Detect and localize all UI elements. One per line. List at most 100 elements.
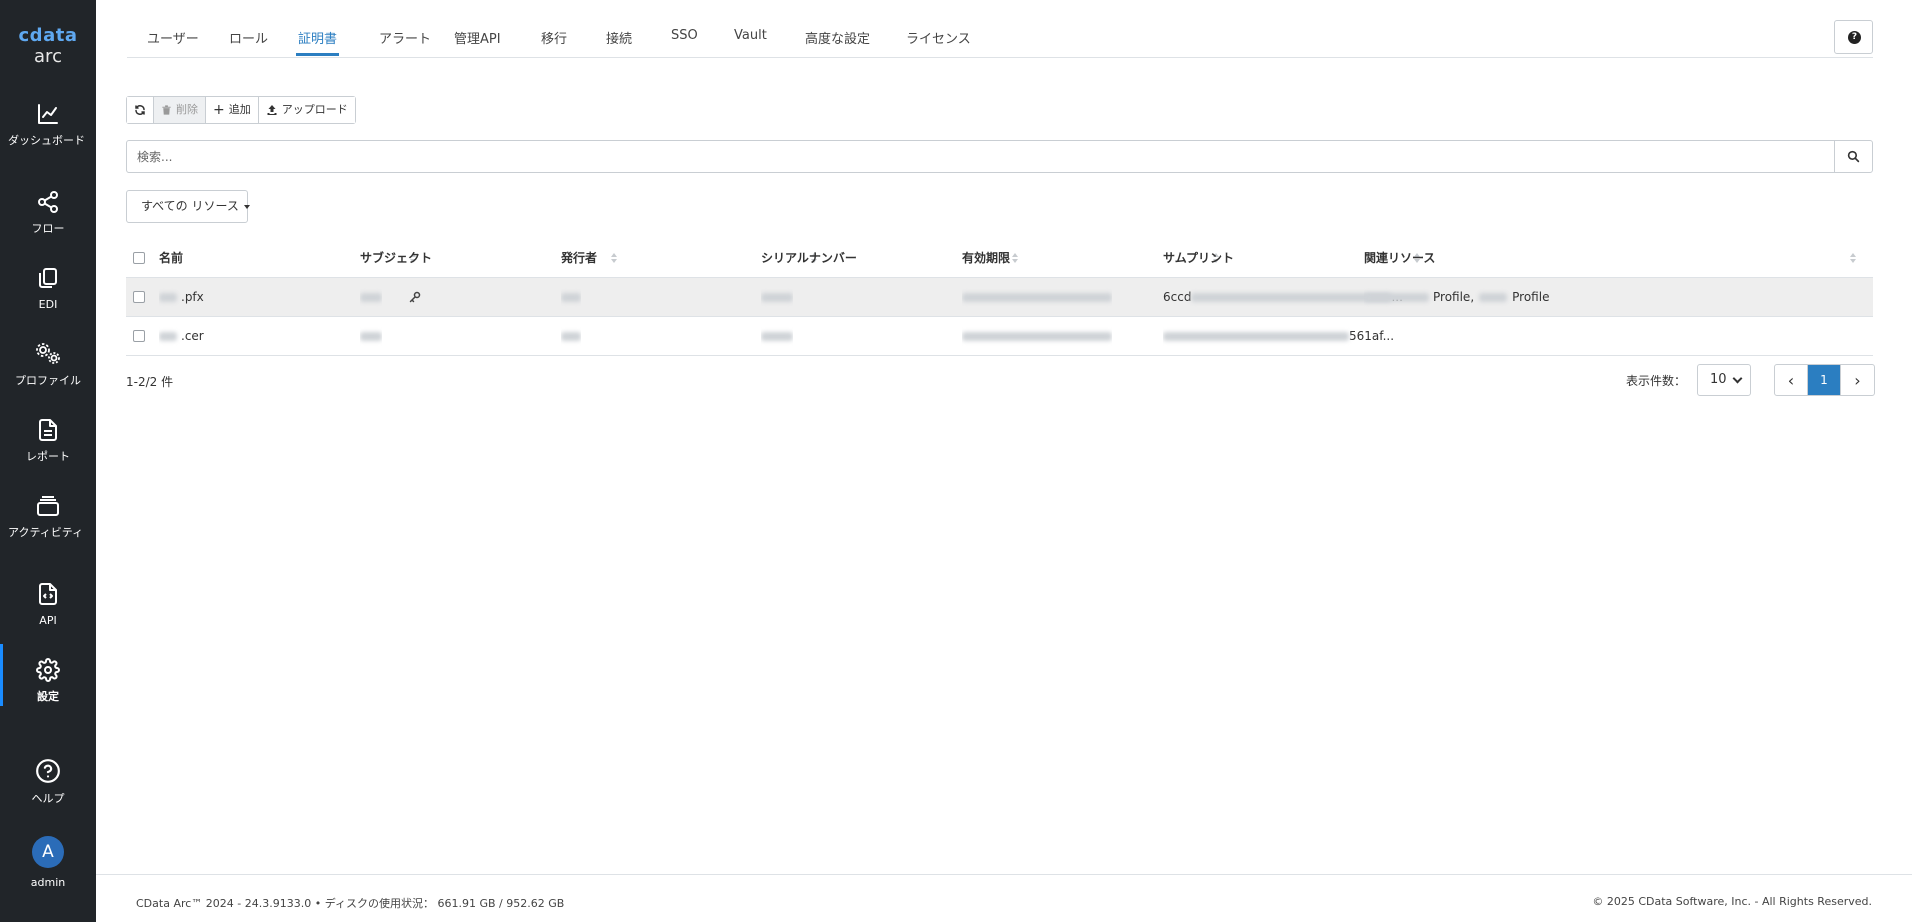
file-text-icon	[39, 419, 57, 441]
cell-issuer	[561, 317, 581, 355]
help-button[interactable]: ?	[1834, 20, 1873, 54]
refresh-icon	[135, 105, 145, 115]
redacted-text	[561, 292, 581, 302]
select-all-checkbox[interactable]	[133, 251, 145, 264]
redacted-text	[1163, 331, 1349, 341]
tab-users[interactable]: ユーザー	[147, 28, 199, 47]
refresh-button[interactable]	[127, 97, 154, 123]
table-row[interactable]: .cer 561af...	[126, 317, 1873, 356]
tab-admin-api[interactable]: 管理API	[454, 28, 501, 47]
file-extension: .pfx	[181, 290, 204, 304]
sidebar-item-label: アクティビティ	[8, 526, 84, 539]
chevron-down-icon	[1732, 373, 1743, 384]
add-label: 追加	[228, 103, 251, 116]
certificate-toolbar: 削除 + 追加 アップロード	[126, 96, 356, 124]
column-header-expiration[interactable]: 有効期限	[962, 238, 1010, 277]
cell-expiration	[962, 317, 1112, 355]
row-checkbox[interactable]	[133, 291, 145, 303]
file-code-icon	[39, 583, 57, 605]
upload-button[interactable]: アップロード	[258, 97, 355, 123]
certificates-table: 名前 サブジェクト 発行者 シリアルナンバー 有効期限 サムプリント 関連リソー…	[126, 238, 1873, 356]
column-header-serial[interactable]: シリアルナンバー	[761, 238, 857, 277]
sort-icon[interactable]	[1850, 253, 1857, 265]
sidebar-item-activity[interactable]: アクティビティ	[0, 494, 96, 539]
tab-connections[interactable]: 接続	[606, 28, 632, 47]
version-text: CData Arc™ 2024 - 24.3.9133.0	[136, 897, 312, 910]
caret-down-icon	[243, 204, 250, 209]
column-header-issuer[interactable]: 発行者	[561, 238, 597, 277]
search-input[interactable]	[127, 141, 1838, 172]
footer: CData Arc™ 2024 - 24.3.9133.0 • ディスクの使用状…	[96, 874, 1912, 922]
sort-icon[interactable]	[1012, 253, 1019, 265]
sidebar-item-report[interactable]: レポート	[0, 418, 96, 463]
sidebar-item-edi[interactable]: EDI	[0, 266, 96, 311]
sidebar-item-label: EDI	[38, 298, 58, 311]
page-button[interactable]: 1	[1808, 365, 1841, 395]
delete-label: 削除	[176, 103, 198, 116]
resource-filter-dropdown[interactable]: すべての リソース	[126, 190, 250, 223]
column-header-subject[interactable]: サブジェクト	[360, 238, 432, 277]
redacted-text	[962, 331, 1112, 341]
page-size-select[interactable]: 10	[1697, 364, 1751, 396]
tab-migration[interactable]: 移行	[541, 28, 567, 47]
redacted-text	[761, 292, 793, 302]
app-logo[interactable]: cdata arc	[0, 26, 96, 68]
column-header-name[interactable]: 名前	[159, 238, 183, 277]
add-button[interactable]: + 追加	[206, 97, 259, 123]
logo-brand: cdata	[18, 25, 78, 46]
tab-alerts[interactable]: アラート	[379, 28, 431, 47]
redacted-text	[1364, 292, 1429, 302]
cell-serial	[761, 278, 793, 316]
cell-issuer	[561, 278, 581, 316]
key-icon	[409, 291, 421, 303]
sidebar-item-label: プロファイル	[15, 374, 81, 387]
sidebar-item-help[interactable]: ヘルプ	[0, 758, 96, 805]
tab-certificates[interactable]: 証明書	[295, 28, 340, 56]
page-size-value: 10	[1710, 372, 1727, 387]
file-extension: .cer	[181, 329, 204, 343]
sort-icon[interactable]	[611, 253, 618, 265]
logo-product: arc	[34, 46, 62, 67]
upload-label: アップロード	[281, 103, 348, 116]
redacted-text	[360, 292, 382, 302]
copyright: © 2025 CData Software, Inc. - All Rights…	[1592, 895, 1872, 908]
tab-vault[interactable]: Vault	[734, 28, 767, 43]
tab-sso[interactable]: SSO	[671, 28, 698, 43]
prev-page-button[interactable]: ‹	[1775, 365, 1808, 395]
sidebar-item-label: ヘルプ	[31, 792, 65, 805]
tab-advanced[interactable]: 高度な設定	[805, 28, 870, 47]
sidebar-item-settings[interactable]: 設定	[0, 644, 96, 706]
sidebar-item-flow[interactable]: フロー	[0, 190, 96, 235]
gears-icon	[36, 343, 60, 364]
redacted-text	[1479, 292, 1508, 302]
row-checkbox[interactable]	[133, 330, 145, 342]
column-header-resources[interactable]: 関連リソース	[1364, 238, 1435, 277]
cell-expiration	[962, 278, 1112, 316]
chart-line-icon	[38, 104, 58, 124]
question-icon: ?	[1848, 31, 1861, 44]
tab-roles[interactable]: ロール	[229, 28, 268, 47]
select-all-checkbox-cell	[133, 238, 145, 277]
main-content: ユーザー ロール 証明書 アラート 管理API 移行 接続 SSO Vault …	[96, 0, 1912, 922]
sidebar-item-dashboard[interactable]: ダッシュボード	[0, 102, 96, 147]
cell-name: .pfx	[159, 278, 204, 316]
column-header-thumbprint[interactable]: サムプリント	[1163, 238, 1234, 277]
plus-icon: +	[213, 102, 225, 118]
sidebar: cdata arc ダッシュボード フロー EDI プロファイル レポート アク…	[0, 0, 96, 922]
resource-label: Profile	[1512, 290, 1550, 304]
search-button[interactable]	[1834, 141, 1872, 172]
avatar: A	[32, 836, 64, 868]
trash-icon	[162, 105, 171, 115]
user-menu[interactable]: A admin	[0, 836, 96, 889]
cell-thumbprint: 561af...	[1163, 317, 1394, 355]
resource-filter-label: すべての リソース	[141, 199, 239, 213]
tab-license[interactable]: ライセンス	[906, 28, 971, 47]
delete-button[interactable]: 削除	[154, 97, 206, 123]
next-page-button[interactable]: ›	[1841, 365, 1874, 395]
sidebar-item-api[interactable]: API	[0, 582, 96, 627]
search-bar	[126, 140, 1873, 173]
sidebar-item-profile[interactable]: プロファイル	[0, 342, 96, 387]
user-name: admin	[30, 876, 66, 889]
row-checkbox-cell	[133, 278, 145, 316]
table-row[interactable]: .pfx 6ccd... Profile,Profile	[126, 278, 1873, 317]
